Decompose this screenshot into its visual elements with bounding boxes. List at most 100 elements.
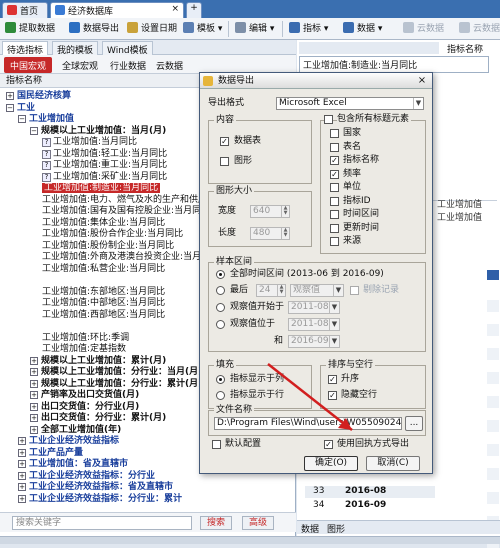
tab-wind-templates[interactable]: Wind模板 [102,41,153,56]
cancel-button[interactable]: 取消(C) [366,456,420,471]
tree-node[interactable]: 工业增加值:股份制企业:当月同比 [42,240,174,252]
tree-node[interactable]: 工业增加值:东部地区:当月同比 [42,286,165,298]
extract-data-button[interactable]: 提取数据 [4,21,55,37]
tree-node[interactable]: 工业增加值:私营企业:当月同比 [42,263,165,275]
collapse-icon[interactable]: − [30,126,38,135]
tree-node[interactable]: 工业增加值:股份合作企业:当月同比 [42,228,183,240]
tree-node[interactable]: − 工业 [6,102,35,114]
tree-node[interactable]: + 工业企业经济效益指标：省及直辖市 [18,481,173,493]
search-button[interactable]: 搜索 [200,516,233,530]
cloud-data-button-2[interactable]: 云数据 [458,21,500,37]
checkbox-title-element[interactable]: ✓ [330,169,339,179]
radio-between[interactable] [216,320,225,329]
tree-node[interactable]: 工业增加值:中部地区:当月同比 [42,297,165,309]
expand-icon[interactable]: + [6,92,14,100]
width-field[interactable]: 640 ▲ ▼ [250,205,290,218]
tree-node[interactable]: 工业增加值:集体企业:当月同比 [42,217,165,229]
checkbox-chart[interactable] [220,157,229,166]
tree-node[interactable]: + 出口交货值：分行业：累计(月) [30,412,166,424]
expand-icon[interactable]: + [30,425,38,434]
grid-selected-cell[interactable] [487,270,499,280]
tree-node[interactable]: ? 工业增加值:重工业:当月同比 [42,159,167,171]
recent-unit-select[interactable]: 观察值 ▼ [290,284,344,297]
tree-node[interactable]: + 全部工业增加值(年) [30,424,121,436]
expand-icon[interactable]: + [18,471,26,480]
tab-china-macro[interactable]: 中国宏观 [4,57,53,73]
checkbox-remove-record[interactable] [350,286,359,295]
between-to-field[interactable]: 2016-09 ▼ [288,335,340,348]
radio-start-from[interactable] [216,303,225,312]
expand-icon[interactable]: + [18,448,26,457]
tree-node[interactable]: + 工业企业经济效益指标：分行业：累计 [18,493,182,505]
height-field[interactable]: 480 ▲ ▼ [250,227,290,240]
between-from-field[interactable]: 2011-08 ▼ [288,318,340,331]
tree-node[interactable]: 工业增加值:制造业:当月同比 [42,182,161,194]
expand-icon[interactable]: + [30,414,38,422]
new-tab-button[interactable]: + [186,2,202,18]
collapse-icon[interactable]: − [6,103,14,112]
tab-economic-database[interactable]: 经济数据库 × [50,2,184,18]
tab-cloud-data[interactable]: 云数据 [150,57,189,73]
advanced-search-button[interactable]: 高级 [242,516,275,530]
radio-fill-column[interactable] [216,375,225,384]
tree-node[interactable]: + 出口交货值：分行业(月) [30,401,139,413]
expand-icon[interactable]: + [18,460,26,468]
tree-node[interactable]: ? 工业增加值:轻工业:当月同比 [42,148,167,160]
tree-node[interactable]: + 规模以上工业增加值：累计(月) [30,355,166,367]
tree-node[interactable]: 工业增加值:电力、燃气及水的生产和供应 [42,194,207,206]
checkbox-title-element[interactable] [330,237,339,246]
indicator-button[interactable]: 指标 ▾ [288,21,328,37]
expand-icon[interactable]: + [30,402,38,411]
expand-icon[interactable]: + [18,494,26,503]
recent-count-field[interactable]: 24 ▲ ▼ [256,284,286,297]
expand-icon[interactable]: + [18,437,26,445]
data-button[interactable]: 数据 ▾ [342,21,382,37]
filename-field[interactable]: D:\Program Files\Wind\users\W05509024\ex… [214,417,402,430]
checkbox-title-element[interactable] [330,210,339,219]
start-date-field[interactable]: 2011-08 ▼ [288,301,340,314]
expand-icon[interactable]: + [30,368,38,376]
set-date-button[interactable]: 设置日期 [126,21,177,37]
checkbox-use-shortcut[interactable]: ✓ [324,440,333,449]
radio-all-range[interactable] [216,270,225,279]
close-icon[interactable]: × [415,75,429,87]
expand-icon[interactable]: + [30,379,38,388]
checkbox-default-config[interactable] [212,440,221,449]
search-input[interactable]: 搜索关键字 [12,516,192,530]
tree-node[interactable]: + 工业增加值：省及直辖市 [18,458,128,470]
tree-node[interactable]: 工业增加值:外商及港澳台投资企业:当月 [42,251,201,263]
tree-node[interactable]: + 产销率及出口交货值(月) [30,389,139,401]
tree-node[interactable]: − 工业增加值 [18,113,74,125]
tab-industry-data[interactable]: 行业数据 [104,57,152,73]
tree-node[interactable]: + 国民经济核算 [6,90,71,102]
cloud-data-button[interactable]: 云数据 [402,21,444,37]
radio-fill-row[interactable] [216,391,225,400]
export-data-button[interactable]: 数据导出 [68,21,119,37]
tree-node[interactable]: + 工业产品产量 [18,447,83,459]
tree-node[interactable]: + 工业企业经济效益指标：分行业 [18,470,155,482]
ok-button[interactable]: 确定(O) [304,456,358,471]
checkbox-title-element[interactable] [330,223,339,233]
tree-node[interactable]: ? 工业增加值:当月同比 [42,136,137,148]
tab-chart[interactable]: 图形 [327,522,345,534]
tree-node[interactable]: + 规模以上工业增加值：分行业：当月(月) [30,366,202,378]
checkbox-title-element[interactable] [330,142,339,152]
tree-node[interactable]: 工业增加值:定基指数 [42,343,126,355]
tab-data[interactable]: 数据 [301,522,319,534]
radio-recent[interactable] [216,286,225,295]
tree-node[interactable]: ? 工业增加值:采矿业:当月同比 [42,171,167,183]
tab-pending-indicators[interactable]: 待选指标 [2,41,49,56]
collapse-icon[interactable]: − [18,115,26,123]
table-row[interactable]: 33 2016-08 [305,486,435,498]
tab-global-macro[interactable]: 全球宏观 [56,57,104,73]
close-tab-icon[interactable]: × [171,4,179,14]
tree-node[interactable]: + 规模以上工业增加值：分行业：累计(月) [30,378,202,390]
expand-icon[interactable]: + [30,356,38,365]
expand-icon[interactable]: + [30,391,38,399]
edit-button[interactable]: 编辑 ▾ [234,21,274,37]
tab-home[interactable]: 首页 [2,2,48,18]
checkbox-title-element[interactable] [330,183,339,192]
checkbox-include-all[interactable] [324,115,333,124]
tab-my-templates[interactable]: 我的模板 [52,41,99,56]
checkbox-datatable[interactable]: ✓ [220,137,229,146]
